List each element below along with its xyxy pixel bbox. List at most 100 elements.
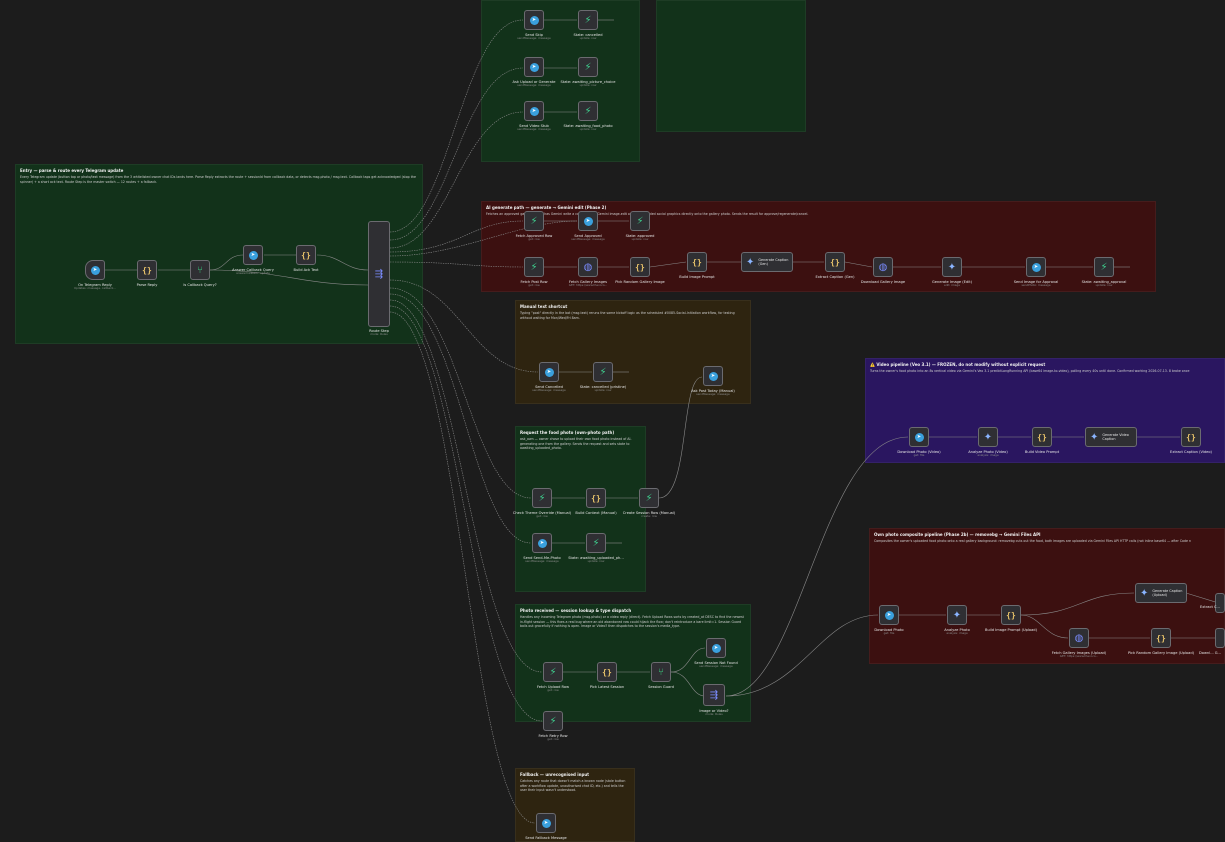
node-label: Build Image Prompt (Upload) [985,628,1037,632]
node-image-or-video[interactable]: ⇶ [703,684,725,706]
supabase-icon: ⚡ [599,366,607,378]
node-generate-image-edit[interactable]: ✦ [942,257,962,277]
node-send-send-me-photo[interactable]: ➤ [532,533,552,553]
node-extract-caption-gen[interactable]: {} [825,252,845,272]
node-analyze-photo[interactable]: ✦ [947,605,967,625]
node-state-awaiting-uploaded-ph[interactable]: ⚡ [586,533,606,553]
connection [670,671,706,697]
supabase-icon: ⚡ [592,537,600,549]
node-send-approved[interactable]: ➤ [578,211,598,231]
node-download-gallery-image[interactable]: ◍ [873,257,893,277]
telegram-icon: ➤ [544,367,554,377]
node-label: Extract Caption (Gen) [815,275,855,279]
node-fetch-post-row[interactable]: ⚡ [524,257,544,277]
node-label: Pick Random Gallery Image [615,280,665,284]
supabase-icon: ⚡ [645,492,653,504]
code-icon: {} [142,265,152,275]
node-label: Session Guard [648,685,674,689]
node-state-awaiting-approval[interactable]: ⚡ [1094,257,1114,277]
node-label: Ask Post Today (Manual) sendMessage: mess… [691,389,735,397]
node-download-upload[interactable] [1215,628,1225,648]
code-icon: {} [1037,432,1047,442]
node-state-cancelled[interactable]: ⚡ [578,10,598,30]
node-pick-latest-session[interactable]: {} [597,662,617,682]
connection [389,287,532,499]
node-fetch-gallery-images[interactable]: ◍ [578,257,598,277]
node-route-step[interactable]: ⇶ [368,221,390,327]
supabase-icon: ⚡ [549,666,557,678]
node-fetch-upload-row[interactable]: ⚡ [543,662,563,682]
node-send-cancelled[interactable]: ➤ [539,362,559,382]
supabase-icon: ⚡ [549,715,557,727]
code-icon: {} [591,493,601,503]
node-label: Extract C... [1200,605,1220,609]
node-send-image-for-approval[interactable]: ➤ [1026,257,1046,277]
node-label: Build Video Prompt [1024,450,1060,454]
supabase-icon: ⚡ [538,492,546,504]
http-icon: ◍ [1074,632,1084,644]
connection [844,261,873,268]
node-generate-caption-gen[interactable]: ✦ Generate Caption (Gen) [741,252,793,272]
node-ask-post-today-manual[interactable]: ➤ [703,366,723,386]
node-create-session-row-manual[interactable]: ⚡ [639,488,659,508]
telegram-icon: ➤ [537,538,547,548]
connection [389,261,524,268]
workflow-canvas[interactable]: Entry — parse & route every Telegram upd… [0,0,1225,842]
node-build-ack-text[interactable]: {} [296,245,316,265]
node-state-awaiting-picture-choice[interactable]: ⚡ [578,57,598,77]
node-session-guard[interactable]: ⑂ [651,662,671,682]
switch-icon: ⇶ [709,689,719,701]
node-state-awaiting-food-photo[interactable]: ⚡ [578,101,598,121]
node-label: State: awaiting_picture_choice update: ro… [560,80,616,88]
if-icon: ⑂ [197,264,203,276]
node-parse-reply[interactable]: {} [137,260,157,280]
node-send-video-stub[interactable]: ➤ [524,101,544,121]
if-icon: ⑂ [658,666,664,678]
node-build-context-manual[interactable]: {} [586,488,606,508]
connection [1020,592,1135,616]
node-analyze-photo-video[interactable]: ✦ [978,427,998,447]
node-download-photo[interactable]: ➤ [879,605,899,625]
telegram-icon: ➤ [914,432,924,442]
code-icon: {} [635,262,645,272]
node-pick-random-gallery-image-upload[interactable]: {} [1151,628,1171,648]
node-build-image-prompt[interactable]: {} [687,252,707,272]
node-send-fallback-message[interactable]: ➤ [536,813,556,833]
node-fetch-approved-row[interactable]: ⚡ [524,211,544,231]
node-label: Build Image Prompt [679,275,715,279]
telegram-icon: ➤ [529,15,539,25]
supabase-icon: ⚡ [530,215,538,227]
node-pick-random-gallery-image[interactable]: {} [630,257,650,277]
connection [389,299,543,673]
node-generate-caption-upload[interactable]: ✦ Generate Caption (Upload) [1135,583,1187,603]
node-build-video-prompt[interactable]: {} [1032,427,1052,447]
node-fetch-retry-row[interactable]: ⚡ [543,711,563,731]
code-icon: {} [1006,610,1016,620]
node-answer-callback-query[interactable]: ➤ [243,245,263,265]
node-generate-video-caption[interactable]: ✦ Generate Video Caption [1085,427,1137,447]
connection [725,436,909,697]
node-on-telegram-reply[interactable]: ➤ [85,260,105,280]
node-extract-caption-video[interactable]: {} [1181,427,1201,447]
node-label: State: awaiting_uploaded_ph... update: ro… [568,556,624,564]
telegram-icon: ➤ [90,265,100,275]
gemini-icon: ✦ [746,256,755,268]
node-send-session-not-found[interactable]: ➤ [706,638,726,658]
node-download-photo-video[interactable]: ➤ [909,427,929,447]
node-send-skip[interactable]: ➤ [524,10,544,30]
node-build-image-prompt-upload[interactable]: {} [1001,605,1021,625]
telegram-icon: ➤ [1031,262,1041,272]
node-extract-caption-upload[interactable] [1215,593,1225,613]
node-check-theme-override[interactable]: ⚡ [532,488,552,508]
telegram-icon: ➤ [711,643,721,653]
code-icon: {} [1186,432,1196,442]
supabase-icon: ⚡ [584,105,592,117]
node-is-callback-query[interactable]: ⑂ [190,260,210,280]
node-fetch-gallery-images-upload[interactable]: ◍ [1069,628,1089,648]
node-ask-upload-or-generate[interactable]: ➤ [524,57,544,77]
connection [389,67,524,241]
node-state-approved[interactable]: ⚡ [630,211,650,231]
node-state-cancelled-pristine[interactable]: ⚡ [593,362,613,382]
node-label: Extract Caption (Video) [1170,450,1212,454]
telegram-icon: ➤ [884,610,894,620]
